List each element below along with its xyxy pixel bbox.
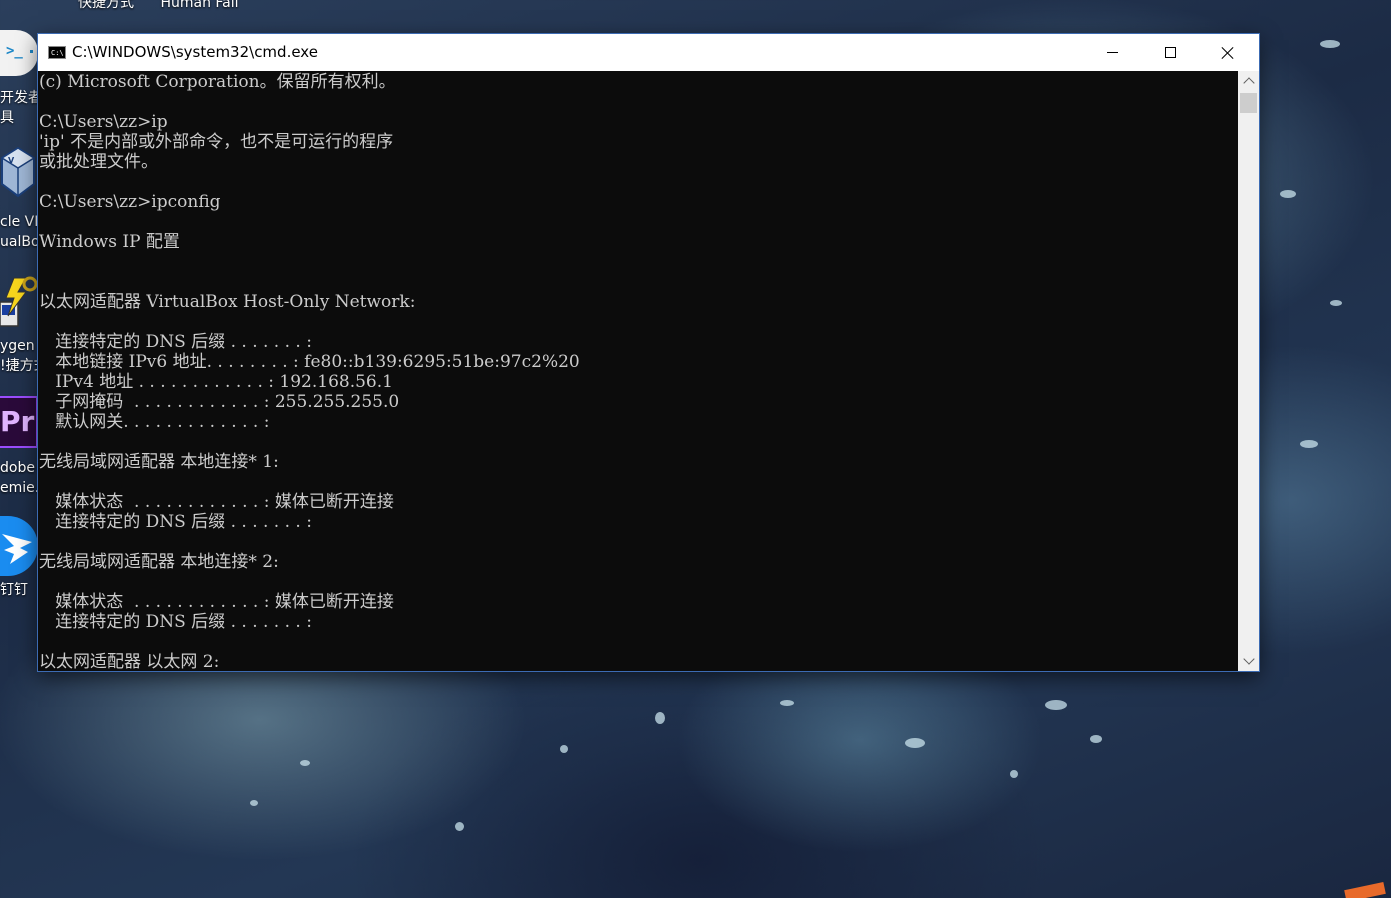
- chevron-down-icon: [1242, 653, 1255, 665]
- chevron-up-icon: [1242, 77, 1255, 89]
- desktop-icon-label: ualBo: [0, 234, 38, 250]
- terminal-icon: >_: [0, 30, 38, 76]
- console-output[interactable]: (c) Microsoft Corporation。保留所有权利。 C:\User…: [38, 71, 1238, 671]
- desktop-icon-dev-tools[interactable]: >_ 开发者 具: [0, 30, 38, 130]
- console-line: 媒体状态 . . . . . . . . . . . . : 媒体已断开连接: [39, 592, 394, 612]
- scroll-up-button[interactable]: [1238, 71, 1259, 91]
- desktop-icon-label: 具: [0, 110, 14, 126]
- dingtalk-icon: [0, 516, 38, 576]
- desktop-icon-label: !捷方式: [0, 358, 38, 374]
- console-line: Windows IP 配置: [39, 232, 180, 252]
- console-line: 默认网关. . . . . . . . . . . . . :: [39, 412, 270, 432]
- console-line: 连接特定的 DNS 后缀 . . . . . . . :: [39, 612, 312, 632]
- desktop-icon-puttygen[interactable]: ygen !捷方式: [0, 272, 38, 382]
- puttygen-icon: [0, 272, 38, 332]
- desktop-icon-label: emie...: [0, 480, 38, 496]
- cmd-app-icon[interactable]: C:\: [48, 46, 66, 59]
- desktop-icon-label: 开发者: [0, 90, 38, 106]
- desktop-icon-label: dobe: [0, 460, 35, 476]
- console-line: 连接特定的 DNS 后缀 . . . . . . . :: [39, 332, 312, 352]
- cmd-window[interactable]: C:\ C:\WINDOWS\system32\cmd.exe (c) Micr…: [38, 34, 1259, 671]
- premiere-icon: Pr: [0, 396, 38, 448]
- minimize-icon: [1106, 52, 1118, 53]
- desktop-icon-virtualbox[interactable]: V cle VI ualBo: [0, 144, 38, 254]
- console-line: 无线局域网适配器 本地连接* 1:: [39, 452, 279, 472]
- svg-text:>_: >_: [6, 43, 23, 59]
- console-line: 或批处理文件。: [39, 152, 158, 172]
- console-line: 'ip' 不是内部或外部命令，也不是可运行的程序: [39, 132, 394, 152]
- console-line: C:\Users\zz>ip: [39, 112, 168, 132]
- desktop-icon-dingtalk[interactable]: 钉钉: [0, 516, 38, 606]
- console-line: 以太网适配器 VirtualBox Host-Only Network:: [39, 292, 416, 312]
- desktop-top-labels: 快捷方式 Human Fall: [78, 0, 261, 12]
- desktop-icon-label: 钉钉: [0, 582, 28, 598]
- console-line: 无线局域网适配器 本地连接* 2:: [39, 552, 279, 572]
- premiere-icon-text: Pr: [0, 405, 35, 438]
- console-line: (c) Microsoft Corporation。保留所有权利。: [39, 72, 396, 92]
- console-line: 本地链接 IPv6 地址. . . . . . . . : fe80::b139…: [39, 352, 580, 372]
- desktop-top-label: 快捷方式: [78, 0, 134, 11]
- desktop-icon-premiere[interactable]: Pr dobe emie...: [0, 396, 38, 506]
- console-line: 子网掩码 . . . . . . . . . . . . : 255.255.2…: [39, 392, 400, 412]
- virtualbox-icon: V: [0, 144, 38, 204]
- title-bar[interactable]: C:\ C:\WINDOWS\system32\cmd.exe: [38, 34, 1259, 71]
- console-line: 以太网适配器 以太网 2:: [39, 652, 220, 671]
- desktop-icon-label: cle VI: [0, 214, 38, 230]
- console-line: IPv4 地址 . . . . . . . . . . . . : 192.16…: [39, 372, 393, 392]
- console-line: C:\Users\zz>ipconfig: [39, 192, 221, 212]
- maximize-icon: [1164, 47, 1176, 58]
- scroll-down-button[interactable]: [1238, 651, 1259, 671]
- minimize-button[interactable]: [1083, 34, 1141, 71]
- console-line: 媒体状态 . . . . . . . . . . . . : 媒体已断开连接: [39, 492, 394, 512]
- desktop-top-label: Human Fall: [160, 0, 239, 11]
- vertical-scrollbar[interactable]: [1238, 71, 1259, 671]
- cmd-app-icon-text: C:\: [51, 49, 64, 57]
- window-title: C:\WINDOWS\system32\cmd.exe: [72, 43, 318, 61]
- close-button[interactable]: [1199, 34, 1257, 71]
- desktop-icon-label: ygen: [0, 338, 35, 354]
- maximize-button[interactable]: [1141, 34, 1199, 71]
- svg-text:V: V: [8, 156, 15, 165]
- console-line: 连接特定的 DNS 后缀 . . . . . . . :: [39, 512, 312, 532]
- scrollbar-thumb[interactable]: [1240, 93, 1257, 113]
- close-icon: [1221, 46, 1235, 60]
